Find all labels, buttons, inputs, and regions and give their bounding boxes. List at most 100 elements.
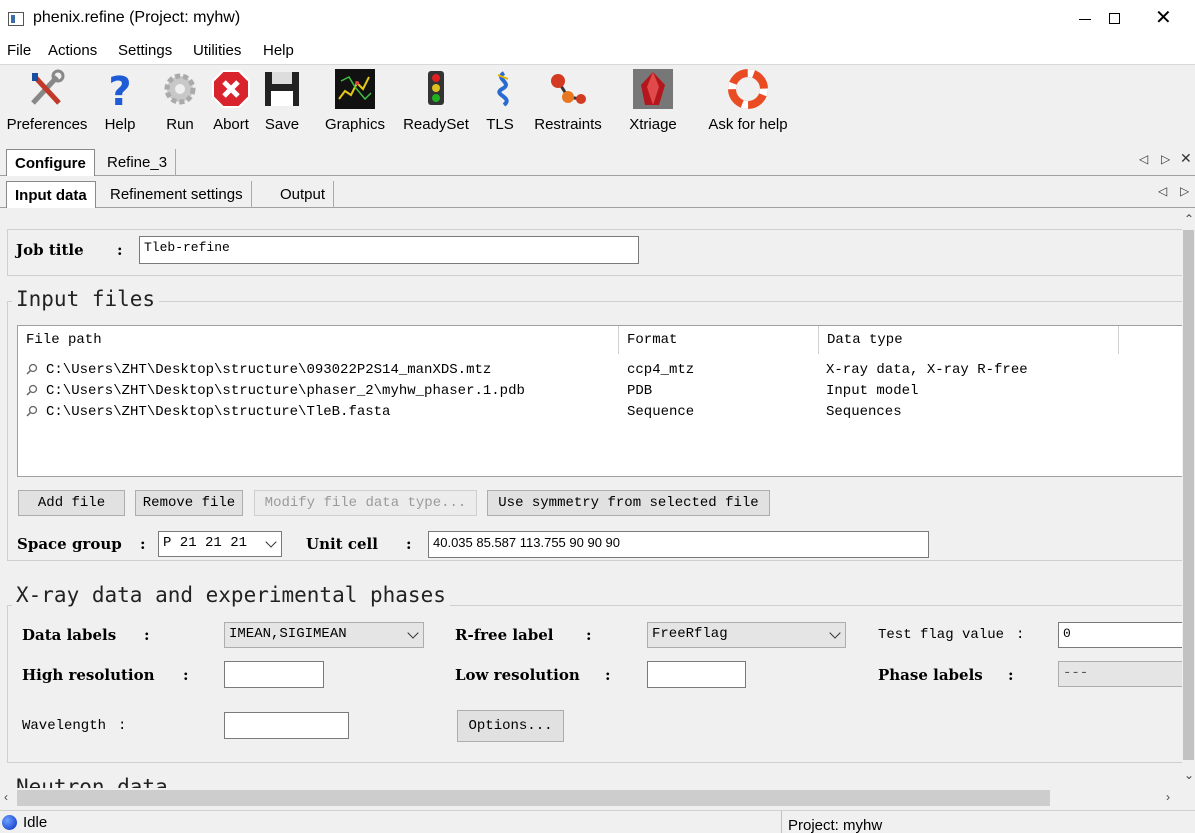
space-group-select[interactable]: P 21 21 21: [158, 531, 282, 557]
tab-scroll-left-icon[interactable]: ◁: [1139, 152, 1148, 166]
options-button[interactable]: Options...: [457, 710, 564, 742]
abort-button[interactable]: Abort: [210, 69, 252, 139]
low-resolution-input[interactable]: [647, 661, 746, 688]
inner-tab-scroll-left-icon[interactable]: ◁: [1158, 184, 1167, 198]
tab-configure[interactable]: Configure: [6, 149, 95, 176]
status-bar: Idle Project: myhw: [0, 810, 1195, 833]
wavelength-label: Wavelength: [22, 718, 107, 734]
high-resolution-label: High resolution: [22, 666, 155, 684]
floppy-disk-icon: [265, 72, 299, 106]
maximize-button[interactable]: [1086, 0, 1144, 38]
rfree-label-label: R-free label: [455, 626, 554, 644]
format-cell: Sequence: [627, 404, 695, 420]
maximize-icon: [1109, 13, 1120, 24]
data-labels-label: Data labels: [22, 626, 117, 644]
test-flag-value-input[interactable]: 0: [1058, 622, 1182, 648]
remove-file-button[interactable]: Remove file: [135, 490, 243, 516]
scroll-up-icon[interactable]: ⌃: [1184, 212, 1194, 226]
file-path-cell: C:\Users\ZHT\Desktop\structure\093022P2S…: [46, 362, 492, 378]
neutron-data-title: Neutron data: [12, 775, 172, 788]
vertical-scroll-thumb[interactable]: [1183, 230, 1194, 760]
job-title-label: Job title: [16, 241, 84, 259]
add-file-button[interactable]: Add file: [18, 490, 125, 516]
file-table[interactable]: File path Format Data type C:\Users\ZHT\…: [17, 325, 1182, 477]
file-path-cell: C:\Users\ZHT\Desktop\structure\TleB.fast…: [46, 404, 391, 420]
high-resolution-input[interactable]: [224, 661, 324, 688]
question-icon: ?: [108, 69, 131, 109]
magnifier-icon: [26, 363, 38, 375]
input-files-title: Input files: [12, 287, 160, 311]
data-type-cell: X-ray data, X-ray R-free: [826, 362, 1028, 378]
phase-labels-label: Phase labels: [878, 666, 983, 684]
tab-refine-3[interactable]: Refine_3: [99, 149, 177, 176]
ask-for-help-button[interactable]: Ask for help: [702, 69, 794, 139]
space-group-value: P 21 21 21: [163, 535, 248, 551]
preferences-label: Preferences: [6, 116, 88, 133]
data-type-cell: Sequences: [826, 404, 902, 420]
use-symmetry-button[interactable]: Use symmetry from selected file: [487, 490, 770, 516]
data-labels-value: IMEAN,SIGIMEAN: [229, 626, 347, 642]
input-data-panel: Job title : Tleb-refine Input files File…: [0, 208, 1182, 788]
readyset-button[interactable]: ReadySet: [400, 69, 472, 139]
modify-file-data-type-button[interactable]: Modify file data type...: [254, 490, 477, 516]
preferences-button[interactable]: Preferences: [4, 69, 90, 139]
space-group-colon: :: [140, 535, 146, 553]
menu-help[interactable]: Help: [263, 42, 294, 59]
restraints-button[interactable]: Restraints: [530, 69, 606, 139]
table-row[interactable]: C:\Users\ZHT\Desktop\structure\093022P2S…: [18, 360, 1182, 381]
window-title: phenix.refine (Project: myhw): [33, 9, 241, 26]
wavelength-input[interactable]: [224, 712, 349, 739]
title-bar: phenix.refine (Project: myhw) ✕: [0, 0, 1195, 38]
tab-scroll-right-icon[interactable]: ▷: [1161, 152, 1170, 166]
run-button[interactable]: Run: [160, 69, 200, 139]
save-label: Save: [264, 116, 300, 133]
abort-icon: [212, 70, 250, 108]
data-labels-select[interactable]: IMEAN,SIGIMEAN: [224, 622, 424, 648]
chevron-down-icon: [407, 627, 419, 639]
phase-labels-select[interactable]: ---: [1058, 661, 1182, 687]
horizontal-scroll-thumb[interactable]: [17, 790, 1050, 806]
toolbar: Preferences ? Help Run Abort Save Graphi…: [0, 64, 1195, 144]
column-header-format[interactable]: Format: [619, 326, 819, 354]
wrench-screwdriver-icon: [31, 69, 65, 105]
column-header-file-path[interactable]: File path: [18, 326, 619, 354]
column-header-data-type[interactable]: Data type: [819, 326, 1119, 354]
data-type-cell: Input model: [826, 383, 919, 399]
menu-file[interactable]: File: [7, 42, 31, 59]
graphics-button[interactable]: Graphics: [324, 69, 386, 139]
menu-actions[interactable]: Actions: [48, 42, 97, 59]
traffic-light-icon: [428, 71, 444, 105]
close-button[interactable]: ✕: [1137, 0, 1195, 38]
inner-tab-scroll-right-icon[interactable]: ▷: [1180, 184, 1189, 198]
inner-tab-bar: Input data Refinement settings Output ◁ …: [0, 176, 1195, 208]
xtriage-button[interactable]: Xtriage: [624, 69, 682, 139]
tls-button[interactable]: TLS: [484, 69, 516, 139]
svg-text:?: ?: [108, 69, 131, 109]
xray-data-group: [7, 605, 1182, 763]
tab-input-data[interactable]: Input data: [6, 181, 96, 208]
scroll-left-icon[interactable]: ‹: [4, 790, 8, 804]
job-title-input[interactable]: Tleb-refine: [139, 236, 639, 264]
table-row[interactable]: C:\Users\ZHT\Desktop\structure\phaser_2\…: [18, 381, 1182, 402]
readyset-label: ReadySet: [403, 116, 469, 133]
scroll-down-icon[interactable]: ⌄: [1184, 768, 1194, 782]
app-icon: [8, 12, 24, 26]
menu-utilities[interactable]: Utilities: [193, 42, 241, 59]
tab-close-icon[interactable]: ✕: [1180, 150, 1192, 167]
save-button[interactable]: Save: [262, 69, 302, 139]
tab-refinement-settings[interactable]: Refinement settings: [102, 181, 252, 208]
abort-label: Abort: [213, 116, 249, 133]
low-resolution-colon: :: [605, 666, 611, 684]
table-row[interactable]: C:\Users\ZHT\Desktop\structure\TleB.fast…: [18, 402, 1182, 423]
scroll-right-icon[interactable]: ›: [1166, 790, 1170, 804]
rfree-label-select[interactable]: FreeRflag: [647, 622, 846, 648]
tab-output[interactable]: Output: [272, 181, 335, 208]
horizontal-scrollbar[interactable]: ‹ ›: [0, 788, 1182, 808]
menu-settings[interactable]: Settings: [118, 42, 172, 59]
help-button[interactable]: ? Help: [100, 69, 140, 139]
unit-cell-input[interactable]: 40.035 85.587 113.755 90 90 90: [428, 531, 929, 558]
test-flag-value-label: Test flag value: [878, 627, 1005, 643]
magnifier-icon: [26, 384, 38, 396]
xray-data-title: X-ray data and experimental phases: [12, 583, 450, 607]
vertical-scrollbar[interactable]: ⌃ ⌄: [1182, 208, 1195, 788]
